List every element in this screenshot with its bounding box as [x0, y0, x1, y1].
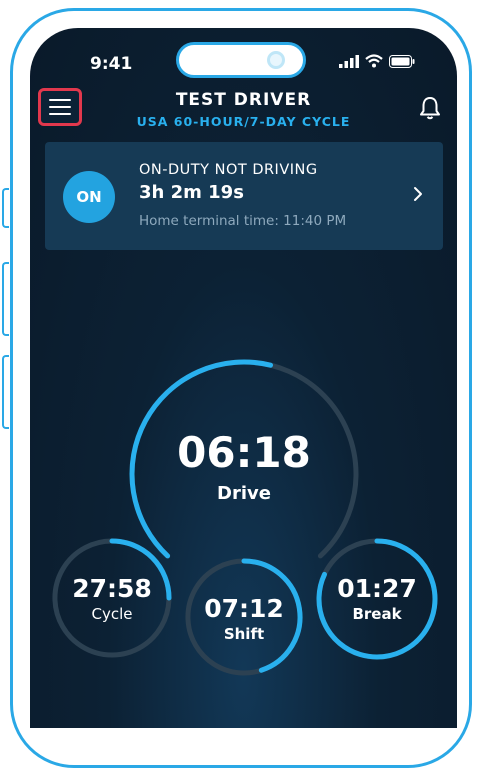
duty-status-badge: ON	[63, 171, 115, 223]
cycle-rule-label: USA 60-HOUR/7-DAY CYCLE	[136, 114, 351, 129]
bell-icon[interactable]	[419, 96, 441, 120]
cycle-label: Cycle	[91, 605, 133, 623]
break-time-value: 01:27	[337, 574, 417, 603]
dynamic-island	[176, 42, 306, 78]
cycle-time-value: 27:58	[72, 574, 152, 603]
drive-gauge-text: 06:18 Drive	[164, 428, 324, 504]
duty-status-title: ON-DUTY NOT DRIVING	[139, 162, 318, 178]
cellular-signal-icon	[339, 54, 359, 68]
shift-time-value: 07:12	[204, 594, 284, 623]
action-button	[2, 188, 9, 228]
status-icons	[339, 54, 415, 68]
duty-status-duration: 3h 2m 19s	[139, 182, 244, 203]
drive-time-value: 06:18	[177, 428, 311, 477]
volume-down-button	[2, 355, 9, 429]
home-terminal-time: Home terminal time: 11:40 PM	[139, 213, 347, 229]
wifi-icon	[365, 54, 383, 68]
drive-label: Drive	[217, 483, 271, 504]
volume-up-button	[2, 262, 9, 336]
shift-label: Shift	[223, 625, 265, 643]
app-screen: 9:41 TEST DRIVER USA 60-HOUR/7-DAY CYCLE…	[30, 28, 457, 728]
status-bar: 9:41	[30, 28, 457, 78]
break-label: Break	[352, 605, 402, 623]
status-time: 9:41	[90, 54, 133, 74]
camera-icon	[267, 51, 285, 69]
cycle-gauge-text: 27:58 Cycle	[52, 574, 172, 623]
duty-status-card[interactable]: ON ON-DUTY NOT DRIVING 3h 2m 19s Home te…	[45, 142, 443, 250]
driver-name: TEST DRIVER	[175, 90, 312, 110]
break-gauge-text: 01:27 Break	[316, 574, 438, 623]
shift-gauge-text: 07:12 Shift	[185, 594, 303, 643]
battery-icon	[389, 54, 415, 68]
chevron-right-icon	[414, 187, 422, 201]
